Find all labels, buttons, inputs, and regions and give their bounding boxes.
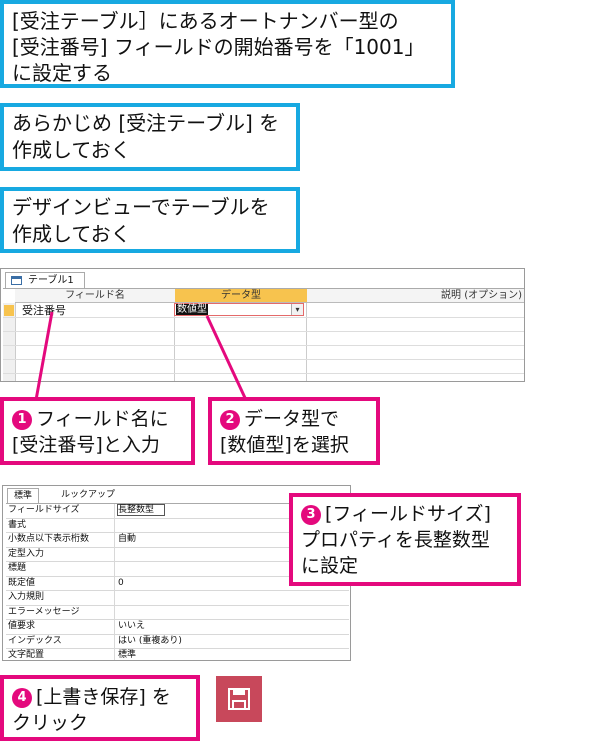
callout-2-line-2: [数値型]を選択 — [220, 434, 349, 456]
tab-lookup[interactable]: ルックアップ — [55, 488, 121, 502]
step-number-badge: 4 — [12, 688, 32, 708]
step-number-badge: 1 — [12, 410, 32, 430]
property-label: 既定値 — [8, 577, 36, 588]
property-row[interactable]: 入力規則 — [6, 591, 349, 606]
property-label: 定型入力 — [8, 548, 45, 559]
property-value[interactable]: いいえ — [118, 620, 145, 633]
property-label: インデックス — [8, 635, 62, 646]
property-label: 書式 — [8, 519, 27, 530]
callout-4-line-1: [上書き保存] を — [36, 686, 171, 708]
property-label: 入力規則 — [8, 592, 45, 602]
property-label: フィールドサイズ — [8, 505, 80, 515]
callout-4-line-2: クリック — [12, 712, 89, 734]
callout-2-data-type: 2 データ型で [数値型]を選択 — [208, 397, 380, 465]
callout-2-line-1: データ型で — [244, 408, 340, 430]
step-number-badge: 2 — [220, 410, 240, 430]
callout-1-line-1: フィールド名に — [36, 408, 169, 430]
tab-general[interactable]: 標準 — [7, 488, 40, 504]
property-label: 標題 — [8, 563, 27, 573]
floppy-disk-icon — [228, 688, 250, 710]
save-button[interactable] — [216, 676, 262, 722]
callout-3-field-size: 3 [フィールドサイズ] プロパティを長整数型 に設定 — [289, 493, 521, 586]
callout-1-line-2: [受注番号]と入力 — [12, 434, 160, 456]
property-value[interactable]: はい (重複あり) — [118, 635, 182, 648]
property-value[interactable]: 0 — [118, 577, 124, 590]
callout-3-line-1: [フィールドサイズ] — [325, 503, 491, 525]
property-label: 値要求 — [8, 621, 36, 631]
property-row[interactable]: 文字配置 標準 — [6, 649, 349, 660]
property-value[interactable]: 自動 — [118, 533, 136, 546]
step-number-badge: 3 — [301, 505, 321, 525]
property-label: 文字配置 — [8, 650, 45, 660]
property-value[interactable]: 長整数型 — [118, 504, 154, 517]
callout-1-field-name: 1 フィールド名に [受注番号]と入力 — [0, 397, 195, 465]
property-value[interactable]: 標準 — [118, 649, 136, 660]
property-label: エラーメッセージ — [8, 606, 80, 617]
property-row[interactable]: インデックス はい (重複あり) — [6, 634, 349, 649]
callout-4-save: 4 [上書き保存] を クリック — [0, 675, 200, 741]
property-row[interactable]: 値要求 いいえ — [6, 620, 349, 635]
property-label: 小数点以下表示桁数 — [8, 534, 90, 544]
property-row[interactable]: エラーメッセージ — [6, 605, 349, 620]
callout-3-line-3: に設定 — [301, 555, 359, 577]
callout-3-line-2: プロパティを長整数型 — [301, 529, 490, 551]
